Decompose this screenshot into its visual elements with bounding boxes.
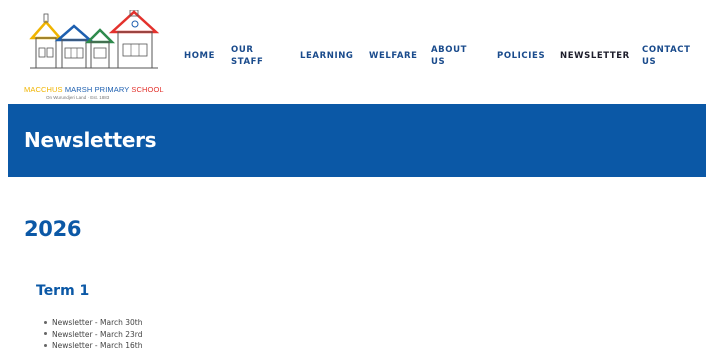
- nav-welfare[interactable]: WELFARE: [369, 50, 418, 62]
- list-item: Newsletter - March 16th: [44, 340, 143, 352]
- list-item: Newsletter - March 30th: [44, 317, 143, 329]
- nav-our-staff[interactable]: OUR STAFF: [231, 44, 263, 68]
- list-item: Newsletter - March 23rd: [44, 329, 143, 341]
- nav-learning-label: LEARNING: [300, 51, 354, 61]
- nav-policies-label: POLICIES: [497, 51, 546, 61]
- site-header: MACCHUS MARSH PRIMARY SCHOOL On Wurundje…: [0, 0, 706, 104]
- school-logo[interactable]: MACCHUS MARSH PRIMARY SCHOOL On Wurundje…: [24, 10, 184, 102]
- newsletter-link[interactable]: Newsletter - March 23rd: [52, 330, 143, 339]
- nav-about-us-line1: ABOUT: [431, 45, 467, 55]
- nav-policies[interactable]: POLICIES: [497, 50, 545, 62]
- newsletter-link[interactable]: Newsletter - March 16th: [52, 341, 143, 350]
- nav-contact-us-line2: US: [642, 57, 657, 67]
- nav-our-staff-line1: OUR: [231, 45, 254, 55]
- newsletter-list: Newsletter - March 30th Newsletter - Mar…: [44, 317, 143, 352]
- nav-about-us[interactable]: ABOUT US: [431, 44, 467, 68]
- term-heading: Term 1: [36, 283, 90, 299]
- page-banner: Newsletters: [8, 104, 706, 177]
- nav-learning[interactable]: LEARNING: [300, 50, 354, 62]
- bullet-icon: [44, 320, 47, 324]
- newsletter-link[interactable]: Newsletter - March 30th: [52, 318, 143, 327]
- nav-newsletter[interactable]: NEWSLETTER: [560, 50, 630, 62]
- year-heading: 2026: [24, 217, 82, 241]
- bullet-icon: [44, 343, 47, 347]
- nav-contact-us[interactable]: CONTACT US: [642, 44, 691, 68]
- school-tagline: On Wurundjeri Land · Est. 1883: [46, 95, 110, 100]
- nav-about-us-line2: US: [431, 57, 446, 67]
- nav-home-label: HOME: [184, 51, 216, 61]
- school-name-part3: SCHOOL: [131, 85, 164, 94]
- nav-our-staff-line2: STAFF: [231, 57, 264, 67]
- school-buildings-illustration: [29, 10, 160, 69]
- page-title: Newsletters: [24, 128, 157, 152]
- school-name-part2: MARSH PRIMARY: [64, 85, 130, 94]
- school-name-part1: MACCHUS: [24, 85, 63, 94]
- school-name: MACCHUS MARSH PRIMARY SCHOOL: [24, 85, 184, 94]
- bullet-icon: [44, 332, 47, 335]
- nav-contact-us-line1: CONTACT: [642, 45, 691, 55]
- nav-newsletter-label: NEWSLETTER: [560, 51, 630, 61]
- nav-welfare-label: WELFARE: [369, 51, 418, 61]
- nav-home[interactable]: HOME: [184, 50, 215, 62]
